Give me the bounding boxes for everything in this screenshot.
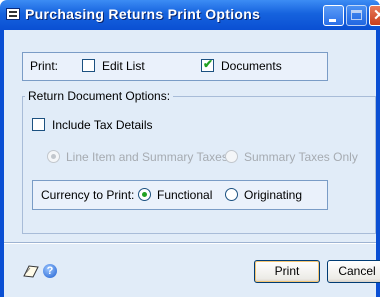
print-button[interactable]: Print: [254, 260, 320, 283]
title-bar: Purchasing Returns Print Options ✕: [0, 0, 380, 30]
edit-list-checkbox[interactable]: [82, 59, 95, 72]
print-options-box: [22, 52, 328, 81]
include-tax-details-checkbox[interactable]: [32, 118, 45, 131]
window-title: Purchasing Returns Print Options: [25, 6, 261, 22]
summary-taxes-only-radio[interactable]: [225, 150, 238, 163]
minimize-button[interactable]: [323, 5, 344, 26]
edit-list-label[interactable]: Edit List: [102, 59, 145, 73]
return-document-options-legend: Return Document Options:: [25, 89, 174, 103]
include-tax-details-label[interactable]: Include Tax Details: [52, 118, 153, 132]
help-icon[interactable]: ?: [43, 264, 57, 278]
footer-divider: [4, 242, 376, 244]
documents-checkbox[interactable]: ✔: [201, 57, 214, 72]
close-button[interactable]: ✕: [369, 5, 380, 26]
documents-label[interactable]: Documents: [221, 59, 282, 73]
check-mark-icon: ✔: [203, 57, 214, 71]
functional-label[interactable]: Functional: [157, 188, 212, 202]
document-window-icon: [6, 8, 20, 20]
print-label: Print:: [30, 59, 59, 73]
maximize-button[interactable]: [346, 5, 367, 26]
originating-label[interactable]: Originating: [244, 188, 302, 202]
cancel-button[interactable]: Cancel: [327, 260, 380, 283]
functional-radio[interactable]: [138, 188, 151, 201]
note-icon[interactable]: [22, 264, 40, 278]
summary-taxes-only-label[interactable]: Summary Taxes Only: [244, 150, 358, 164]
line-item-summary-taxes-radio[interactable]: [47, 150, 60, 163]
line-item-summary-taxes-label[interactable]: Line Item and Summary Taxes: [66, 150, 228, 164]
currency-to-print-label: Currency to Print:: [41, 188, 135, 202]
close-icon: ✕: [373, 7, 380, 24]
return-document-options-group: [22, 96, 376, 234]
originating-radio[interactable]: [225, 188, 238, 201]
